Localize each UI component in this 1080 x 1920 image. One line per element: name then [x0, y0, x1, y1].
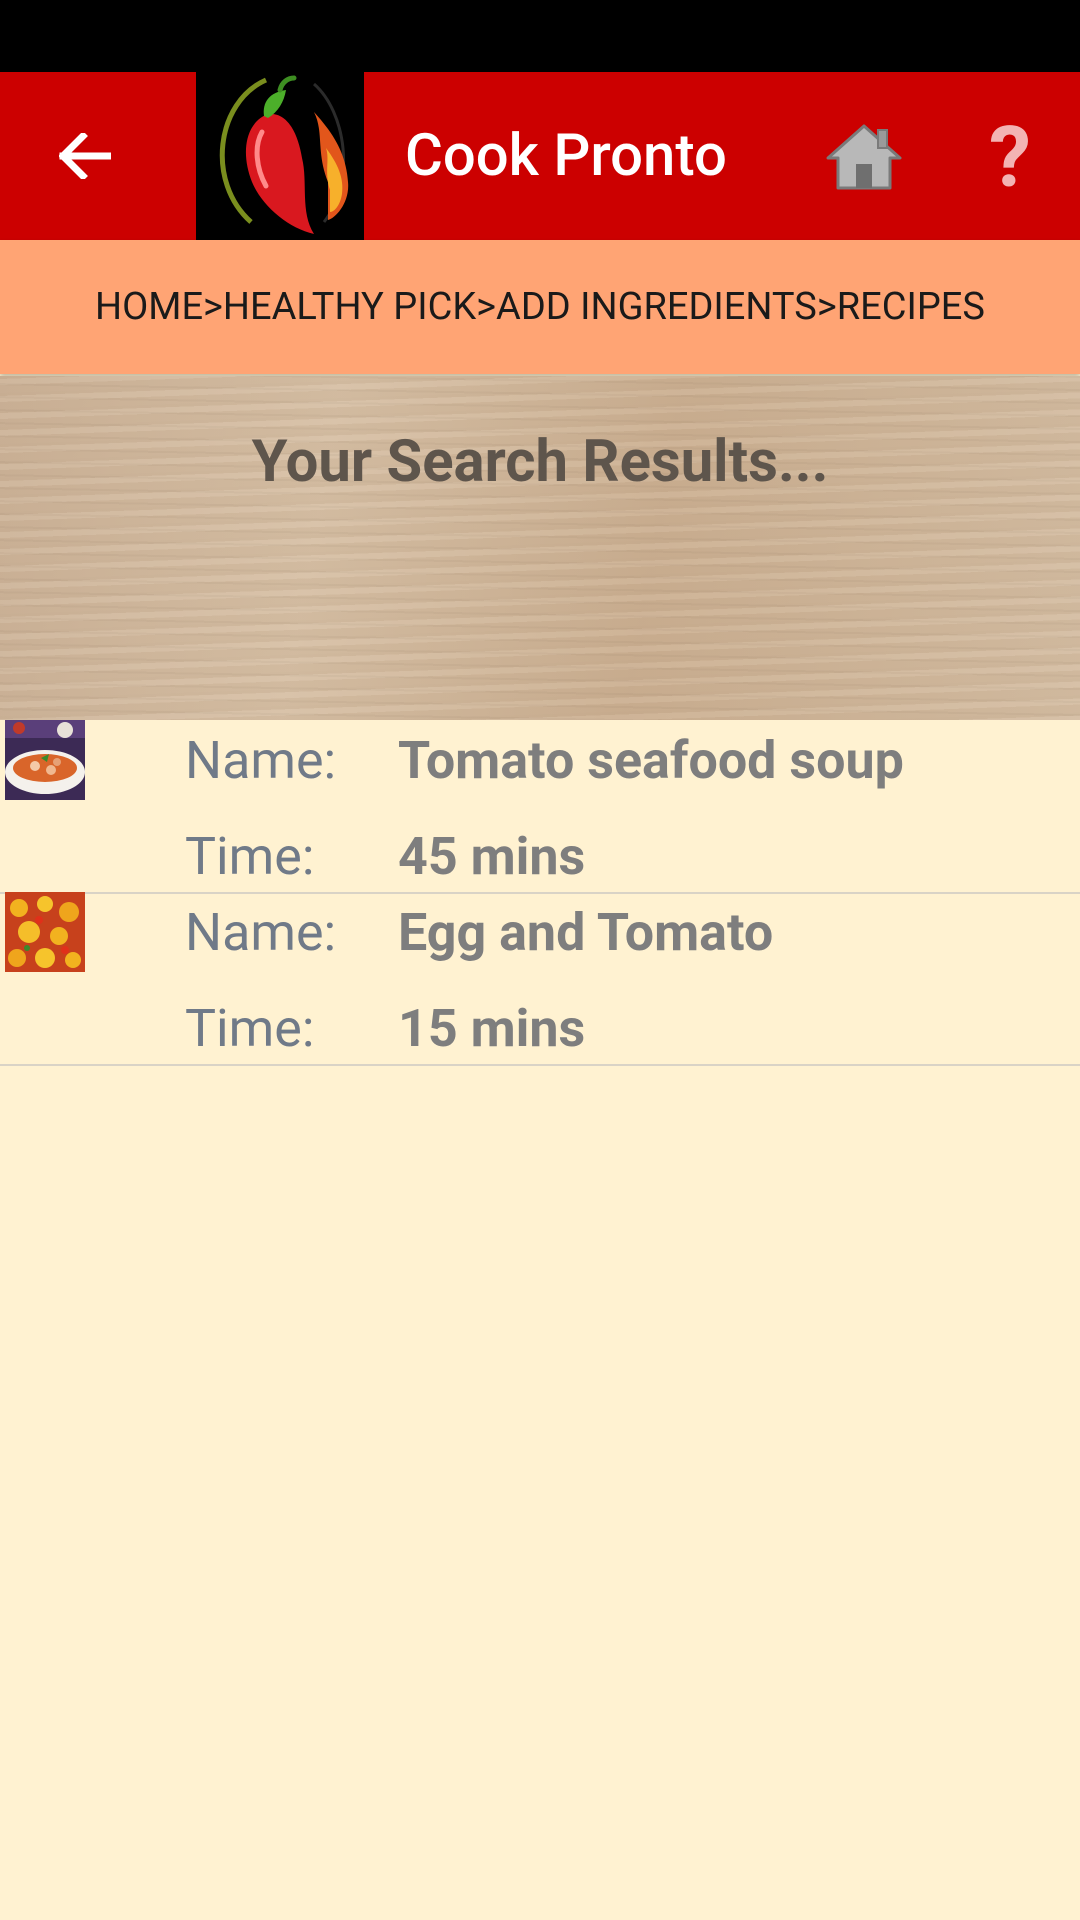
home-icon: [826, 124, 902, 190]
search-results-banner: Your Search Results...: [0, 376, 1080, 720]
recipe-row[interactable]: Name: Tomato seafood soup Time: 45 mins: [0, 720, 1080, 894]
chili-flame-logo-icon: [196, 72, 364, 240]
help-button[interactable]: ?: [978, 108, 1042, 207]
recipe-name: Tomato seafood soup: [398, 730, 904, 791]
recipe-thumbnail: [5, 720, 85, 800]
name-label: Name:: [185, 902, 337, 963]
recipe-row[interactable]: Name: Egg and Tomato Time: 15 mins: [0, 892, 1080, 1066]
app-logo: [196, 72, 364, 240]
home-button[interactable]: [826, 122, 902, 192]
app-title: Cook Pronto: [405, 122, 727, 190]
app-bar: Cook Pronto ?: [0, 72, 1080, 240]
soup-bowl-image: [5, 720, 85, 800]
recipe-time: 45 mins: [398, 826, 586, 887]
recipe-time: 15 mins: [398, 998, 586, 1059]
time-label: Time:: [185, 998, 315, 1059]
arrow-left-icon: [59, 133, 111, 179]
recipe-thumbnail: [5, 892, 85, 972]
search-results-title: Your Search Results...: [251, 428, 829, 496]
question-mark-icon: ?: [989, 107, 1031, 207]
time-label: Time:: [185, 826, 315, 887]
name-label: Name:: [185, 730, 337, 791]
breadcrumb: HOME>HEALTHY PICK>ADD INGREDIENTS>RECIPE…: [0, 240, 1080, 374]
recipe-name: Egg and Tomato: [398, 902, 774, 963]
back-button[interactable]: [40, 116, 130, 196]
status-bar: [0, 0, 1080, 72]
egg-tomato-image: [5, 892, 85, 972]
breadcrumb-text: HOME>HEALTHY PICK>ADD INGREDIENTS>RECIPE…: [95, 284, 985, 329]
